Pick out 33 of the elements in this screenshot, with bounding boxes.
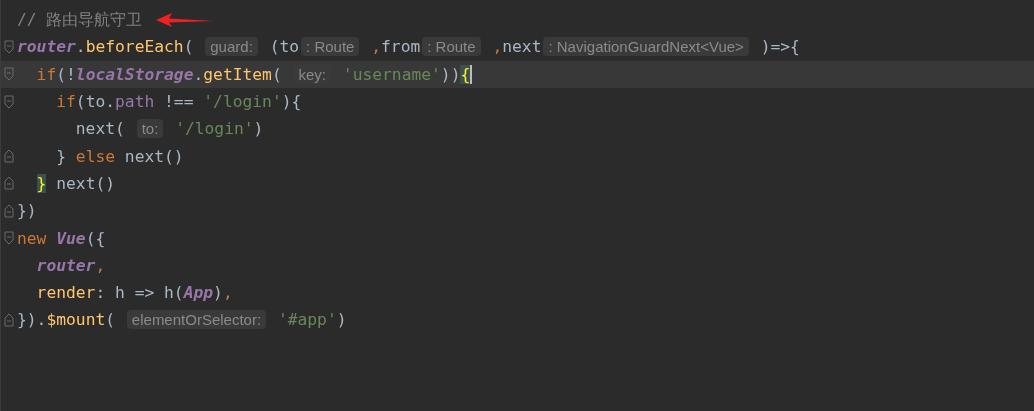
- code-text: 'username')){: [341, 64, 471, 84]
- parameter-hint: to:: [136, 119, 164, 139]
- code-text: router,: [35, 255, 106, 275]
- code-text: render: h => h(App),: [35, 283, 233, 303]
- code-text: } else next(): [55, 146, 184, 166]
- code-text: new Vue({: [17, 228, 106, 248]
- code-text: // 路由导航守卫: [17, 8, 143, 31]
- fold-icon[interactable]: [4, 94, 14, 109]
- code-text: '/login'): [174, 119, 264, 139]
- code-text: if(to.path !== '/login'){: [55, 92, 302, 112]
- fold-icon[interactable]: [4, 39, 14, 54]
- fold-icon[interactable]: [4, 149, 14, 164]
- fold-icon[interactable]: [4, 312, 14, 327]
- code-text: ,next: [491, 37, 542, 57]
- code-text: }).$mount(: [17, 310, 117, 330]
- parameter-hint: guard:: [205, 37, 258, 57]
- parameter-hint: : Route: [422, 37, 481, 57]
- fold-icon[interactable]: [4, 176, 14, 191]
- code-text: ,from: [370, 37, 421, 57]
- code-text: if(!localStorage.getItem(: [35, 64, 283, 84]
- code-text: )=>{: [759, 37, 800, 57]
- code-text: }): [17, 201, 37, 221]
- fold-icon[interactable]: [4, 231, 14, 245]
- code-text: router.beforeEach(: [17, 37, 195, 57]
- parameter-hint: : NavigationGuardNext<Vue>: [543, 37, 749, 57]
- code-text: '#app'): [276, 310, 347, 330]
- fold-icon[interactable]: [4, 67, 14, 82]
- parameter-hint: elementOrSelector:: [126, 310, 267, 330]
- code-text: (to: [268, 37, 300, 57]
- code-text: next(: [74, 119, 126, 139]
- fold-icon[interactable]: [4, 203, 14, 218]
- code-text: } next(): [35, 173, 116, 193]
- parameter-hint: : Route: [301, 37, 360, 57]
